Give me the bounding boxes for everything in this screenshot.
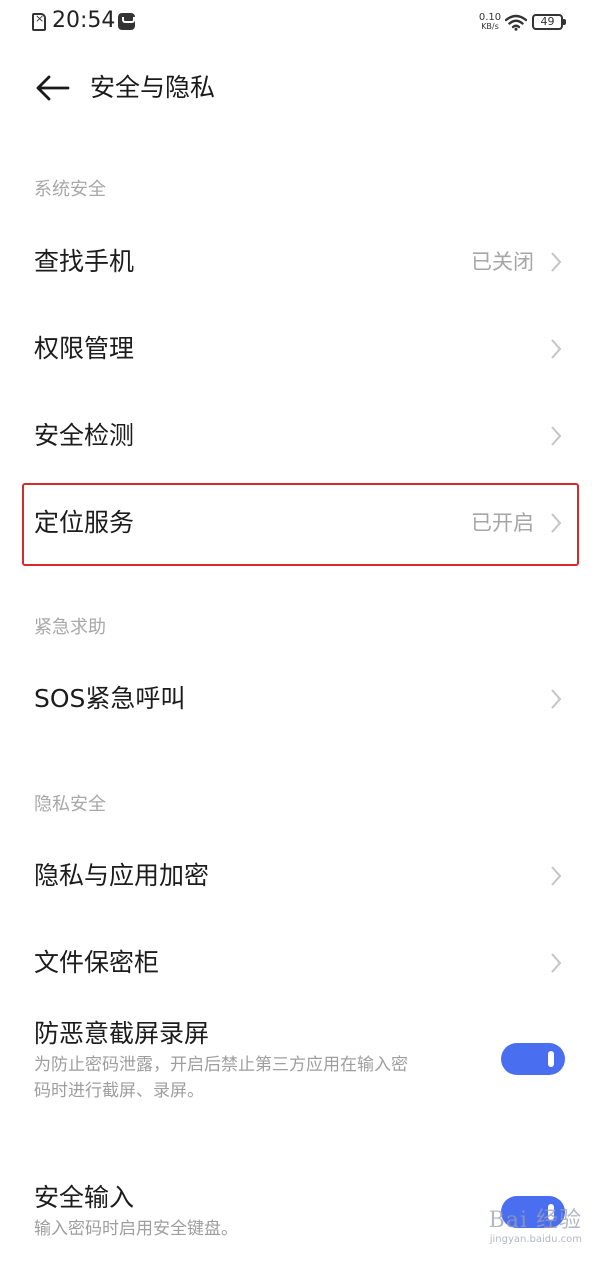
find-phone-status: 已关闭 — [471, 250, 534, 274]
net-speed-value: 0.10 — [478, 12, 502, 23]
permission-management-label: 权限管理 — [34, 334, 135, 363]
section-header-emergency: 紧急求助 — [34, 617, 106, 638]
settings-screen: 20:54 0.10 KB/s 49 安全与隐私 系统安全 查找手机 已关闭 权… — [0, 0, 598, 1261]
secure-input-label: 安全输入 — [34, 1183, 135, 1212]
sos-call-label: SOS紧急呼叫 — [34, 684, 186, 713]
file-safe-label: 文件保密柜 — [34, 948, 160, 977]
back-arrow-icon[interactable] — [30, 72, 74, 104]
anti-screen-capture-desc-line2: 码时进行截屏、录屏。 — [34, 1081, 204, 1101]
location-service-row[interactable]: 定位服务 已开启 — [0, 480, 598, 566]
wifi-icon — [505, 14, 527, 31]
net-speed-unit: KB/s — [481, 22, 499, 31]
chevron-right-icon — [551, 866, 562, 886]
watermark-logo: Bai 经验 — [488, 1208, 582, 1233]
section-header-system-security: 系统安全 — [34, 179, 106, 200]
anti-screen-capture-toggle[interactable] — [501, 1043, 565, 1075]
sim-icon — [32, 12, 46, 31]
chevron-right-icon — [551, 953, 562, 973]
anti-screen-capture-desc-line1: 为防止密码泄露，开启后禁止第三方应用在输入密 — [34, 1055, 408, 1075]
toggle-knob — [548, 1051, 554, 1067]
chevron-right-icon — [551, 252, 562, 272]
chevron-right-icon — [551, 339, 562, 359]
anti-screen-capture-label: 防恶意截屏录屏 — [34, 1019, 210, 1048]
permission-management-row[interactable]: 权限管理 — [0, 306, 598, 392]
watermark-url: jingyan.baidu.com — [489, 1234, 582, 1245]
anti-screen-capture-row: 防恶意截屏录屏 为防止密码泄露，开启后禁止第三方应用在输入密 码时进行截屏、录屏… — [0, 1012, 598, 1112]
find-phone-row[interactable]: 查找手机 已关闭 — [0, 219, 598, 305]
secure-input-desc: 输入密码时启用安全键盘。 — [34, 1219, 238, 1239]
chevron-right-icon — [551, 426, 562, 446]
sos-call-row[interactable]: SOS紧急呼叫 — [0, 656, 598, 742]
location-service-label: 定位服务 — [34, 508, 135, 537]
privacy-app-encryption-label: 隐私与应用加密 — [34, 861, 210, 890]
page-header: 安全与隐私 — [0, 60, 598, 116]
location-service-status: 已开启 — [471, 511, 534, 535]
security-check-row[interactable]: 安全检测 — [0, 393, 598, 479]
find-phone-label: 查找手机 — [34, 247, 135, 276]
file-safe-row[interactable]: 文件保密柜 — [0, 920, 598, 1006]
privacy-app-encryption-row[interactable]: 隐私与应用加密 — [0, 833, 598, 919]
page-title: 安全与隐私 — [90, 73, 216, 102]
chevron-right-icon — [551, 513, 562, 533]
battery-icon: 49 — [532, 14, 566, 30]
status-time: 20:54 — [52, 8, 116, 33]
chevron-right-icon — [551, 689, 562, 709]
section-header-privacy: 隐私安全 — [34, 794, 106, 815]
status-bar: 20:54 0.10 KB/s 49 — [0, 0, 598, 46]
net-speed: 0.10 KB/s — [478, 12, 502, 32]
baidu-watermark: Bai 经验 jingyan.baidu.com — [489, 1202, 582, 1246]
security-check-label: 安全检测 — [34, 421, 135, 450]
notification-icon — [118, 13, 135, 30]
